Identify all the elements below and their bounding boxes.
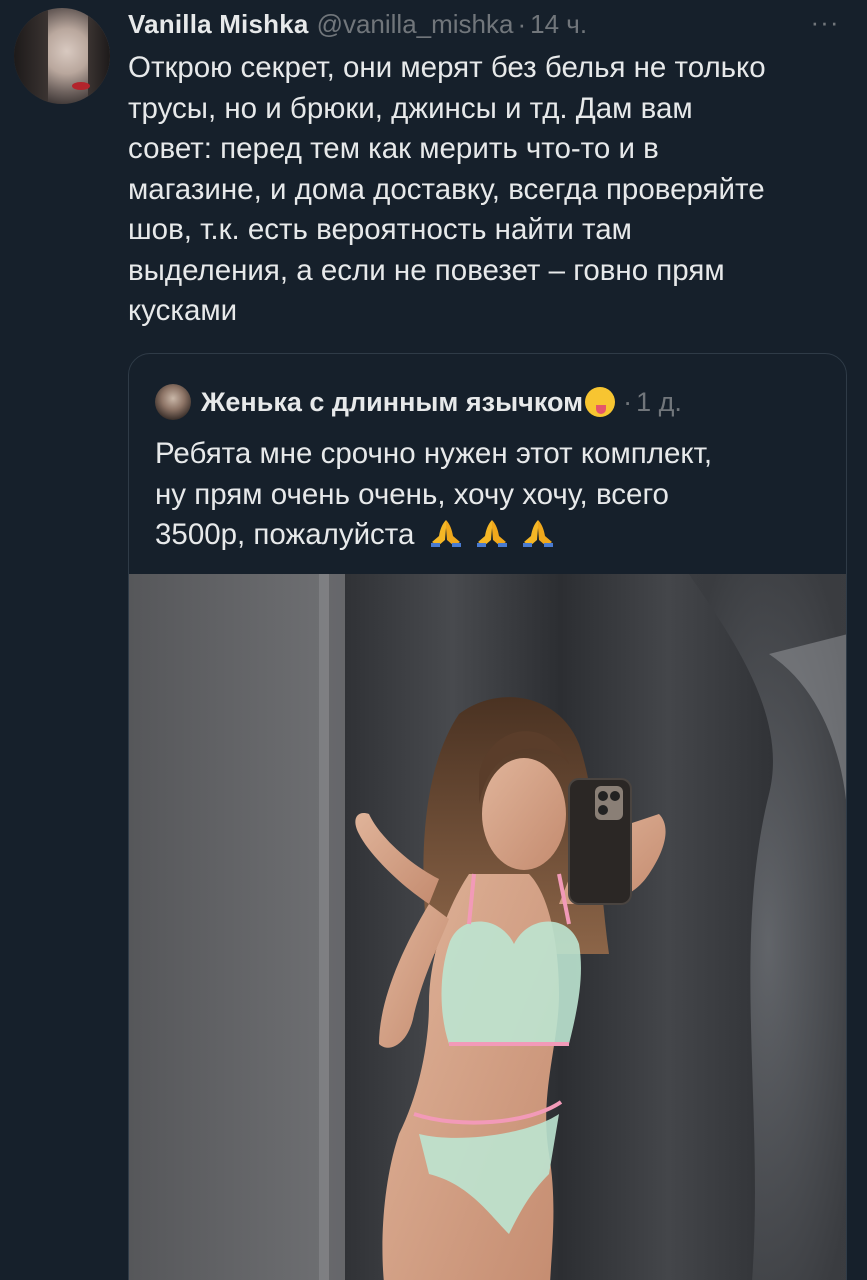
header-separator: ·: [517, 8, 527, 39]
tweet[interactable]: Vanilla Mishka @vanilla_mishka · 14 ч. ·…: [0, 0, 867, 1280]
quoted-tweet-header: Женька с длинным язычком · 1 д.: [155, 382, 682, 422]
tweet-text: Открою секрет, они мерят без белья не то…: [128, 48, 853, 332]
tweet-text-line: кусками: [128, 294, 238, 327]
quoted-text-line: Ребята мне срочно нужен этот комплект,: [155, 437, 713, 470]
photo-illustration: [129, 574, 846, 1280]
tweet-text-line: совет: перед тем как мерить что-то и в: [128, 132, 659, 165]
face-with-tongue-icon: [585, 387, 616, 417]
quoted-tweet-timestamp[interactable]: 1 д.: [636, 387, 682, 418]
quoted-header-separator: ·: [623, 386, 633, 417]
quoted-tweet[interactable]: Женька с длинным язычком · 1 д. Ребята м…: [128, 353, 847, 1280]
quoted-tweet-text: Ребята мне срочно нужен этот комплект, н…: [155, 434, 835, 556]
more-options-icon[interactable]: ···: [805, 4, 845, 40]
tweet-text-line: Открою секрет, они мерят без белья не то…: [128, 51, 766, 84]
tweet-text-line: магазине, и дома доставку, всегда провер…: [128, 172, 765, 206]
tweet-timestamp[interactable]: 14 ч.: [530, 9, 587, 40]
folded-hands-icon: [477, 520, 508, 547]
folded-hands-icon: [431, 520, 462, 547]
author-handle[interactable]: @vanilla_mishka: [317, 9, 514, 40]
tweet-text-line: выделения, а если не повезет – говно пря…: [128, 253, 725, 287]
quoted-text-line-with-icons: 3500р, пожалуйста: [155, 515, 835, 556]
quoted-author-avatar[interactable]: [155, 384, 191, 420]
quoted-author-name[interactable]: Женька с длинным язычком: [201, 387, 583, 418]
quoted-text-line: 3500р, пожалуйста: [155, 518, 415, 551]
tweet-text-line: трусы, но и брюки, джинсы и тд. Дам вам: [128, 91, 693, 125]
quoted-tweet-photo[interactable]: [129, 574, 846, 1280]
tweet-header: Vanilla Mishka @vanilla_mishka · 14 ч.: [128, 4, 587, 44]
folded-hands-icon: [523, 520, 554, 547]
quoted-text-line: ну прям очень очень, хочу хочу, всего: [155, 477, 669, 511]
tweet-text-line: шов, т.к. есть вероятность найти там: [128, 213, 632, 246]
author-avatar[interactable]: [14, 8, 110, 104]
author-name[interactable]: Vanilla Mishka: [128, 9, 309, 40]
